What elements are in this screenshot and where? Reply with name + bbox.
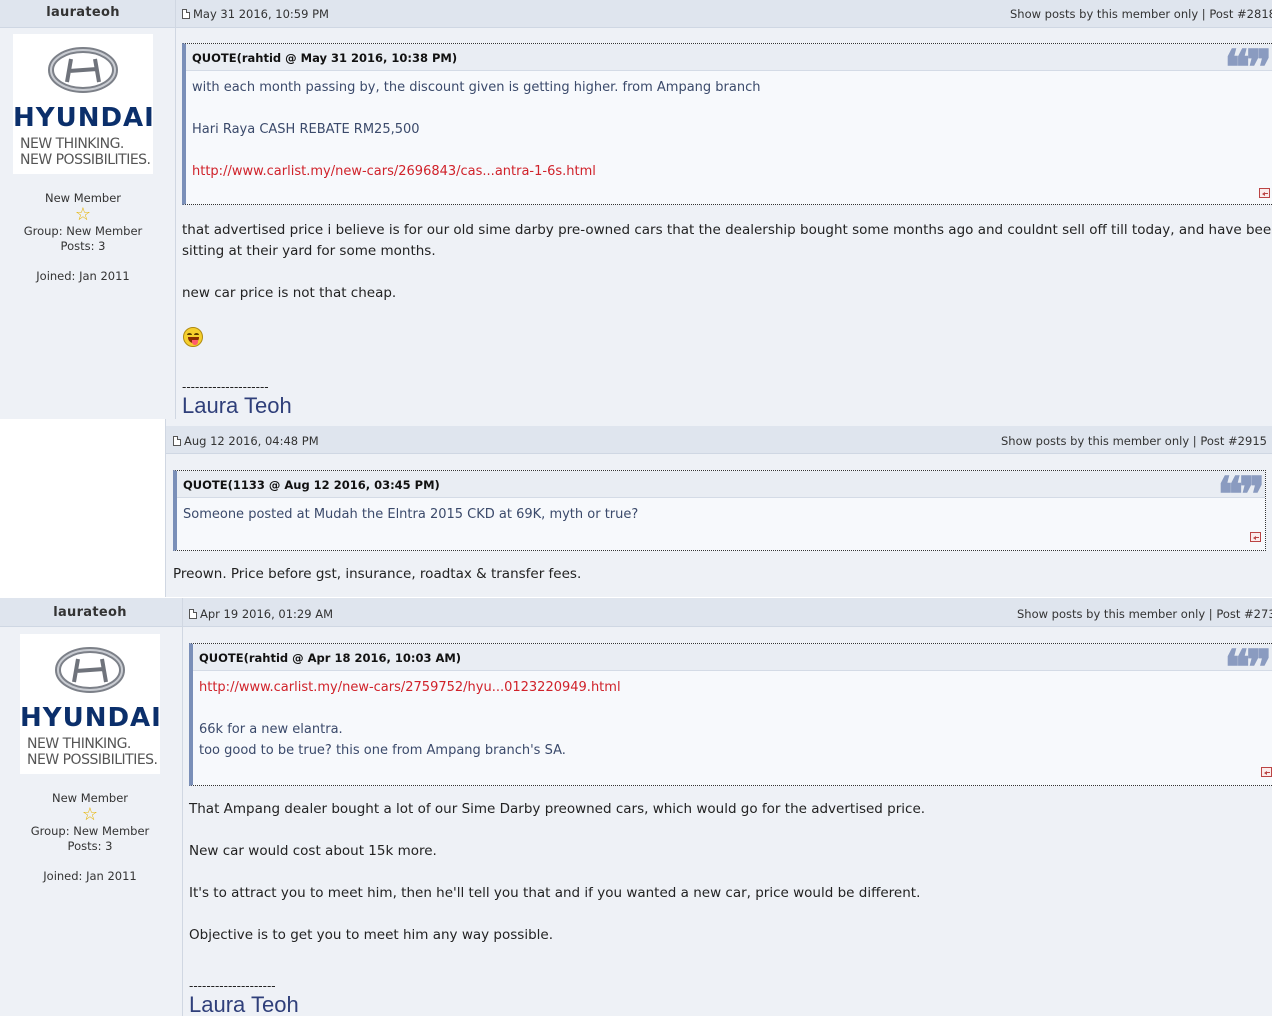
quote-marks-icon: ❝❞: [1217, 467, 1265, 523]
post-date: May 31 2016, 10:59 PM: [182, 7, 329, 21]
avatar: HYUNDAI NEW THINKING. NEW POSSIBILITIES.: [13, 34, 155, 174]
post-number-link[interactable]: Post #273: [1216, 607, 1272, 621]
quote-header: QUOTE(1133 @ Aug 12 2016, 03:45 PM): [177, 471, 1265, 498]
quote-marks-icon: ❝❞: [1224, 40, 1272, 96]
post-meta-right: Show posts by this member only | Post #2…: [1010, 7, 1272, 21]
avatar-tagline-1: NEW THINKING.: [20, 136, 124, 152]
member-group: Group: New Member: [23, 224, 143, 238]
signature-name: Laura Teoh: [189, 992, 299, 1017]
tongue-smiley-icon: [183, 327, 203, 347]
post-date-text: May 31 2016, 10:59 PM: [193, 7, 329, 21]
avatar-tagline-2: NEW POSSIBILITIES.: [20, 152, 151, 168]
star-icon: ☆: [74, 204, 92, 225]
avatar: HYUNDAI NEW THINKING. NEW POSSIBILITIES.: [20, 634, 162, 774]
quote-line: with each month passing by, the discount…: [192, 80, 761, 95]
post-line: New car would cost about 15k more.: [189, 843, 437, 859]
post-line: That Ampang dealer bought a lot of our S…: [189, 801, 926, 817]
sidebar-divider: [175, 0, 176, 419]
post-line: that advertised price i believe is for o…: [182, 222, 1272, 238]
post-meta-right: Show posts by this member only | Post #2…: [1001, 434, 1267, 448]
quote-header: QUOTE(rahtid @ May 31 2016, 10:38 PM): [186, 44, 1272, 71]
quote-block: QUOTE(1133 @ Aug 12 2016, 03:45 PM) ❝❞ S…: [173, 470, 1266, 551]
meta-separator: |: [1208, 607, 1213, 621]
username[interactable]: laurateoh: [0, 5, 166, 20]
post-line: It's to attract you to meet him, then he…: [189, 885, 921, 901]
avatar-brand: HYUNDAI: [13, 103, 155, 133]
document-icon: [182, 9, 190, 19]
member-joined: Joined: Jan 2011: [43, 869, 137, 883]
post-date-text: Aug 12 2016, 04:48 PM: [184, 434, 319, 448]
quote-body: with each month passing by, the discount…: [186, 71, 1272, 182]
username[interactable]: laurateoh: [0, 605, 180, 620]
avatar-tagline-1: NEW THINKING.: [27, 736, 131, 752]
document-icon: [173, 436, 181, 446]
signature-name: Laura Teoh: [182, 393, 292, 418]
post-line: sitting at their yard for some months.: [182, 243, 436, 259]
post-meta-right: Show posts by this member only | Post #2…: [1017, 607, 1272, 621]
member-posts: Posts: 3: [67, 839, 113, 853]
post-date: Aug 12 2016, 04:48 PM: [173, 434, 319, 448]
sidebar-divider: [165, 419, 166, 597]
quote-line: 66k for a new elantra.: [199, 722, 343, 737]
sidebar-divider: [182, 598, 183, 1016]
quote-body: http://www.carlist.my/new-cars/2759752/h…: [193, 671, 1272, 761]
post-line: Preown. Price before gst, insurance, roa…: [173, 566, 582, 582]
quote-marks-icon: ❝❞: [1224, 640, 1272, 696]
star-icon: ☆: [81, 804, 99, 825]
meta-separator: |: [1201, 7, 1206, 21]
quote-line: Someone posted at Mudah the Elntra 2015 …: [183, 507, 639, 522]
member-group: Group: New Member: [30, 824, 150, 838]
signature-separator: --------------------: [189, 979, 276, 993]
post-date-text: Apr 19 2016, 01:29 AM: [200, 607, 334, 621]
quote-line: Hari Raya CASH REBATE RM25,500: [192, 122, 420, 137]
show-posts-link[interactable]: Show posts by this member only: [1017, 607, 1205, 621]
quote-line: too good to be true? this one from Ampan…: [199, 743, 566, 758]
member-posts: Posts: 3: [60, 239, 106, 253]
post2-sidebar: [0, 419, 165, 597]
avatar-tagline-2: NEW POSSIBILITIES.: [27, 752, 158, 768]
post-line: Objective is to get you to meet him any …: [189, 927, 553, 943]
meta-separator: |: [1192, 434, 1197, 448]
quote-block: QUOTE(rahtid @ May 31 2016, 10:38 PM) ❝❞…: [182, 43, 1272, 205]
post-body: Preown. Price before gst, insurance, roa…: [173, 564, 581, 585]
post-number-link[interactable]: Post #2818: [1209, 7, 1272, 21]
quote-link[interactable]: http://www.carlist.my/new-cars/2696843/c…: [192, 161, 1272, 182]
member-info: New Member ☆ Group: New Member Posts: 3 …: [0, 791, 180, 884]
back-to-top-icon[interactable]: [1250, 532, 1261, 542]
quote-body: Someone posted at Mudah the Elntra 2015 …: [177, 498, 1265, 525]
quote-header: QUOTE(rahtid @ Apr 18 2016, 10:03 AM): [193, 644, 1272, 671]
quote-link[interactable]: http://www.carlist.my/new-cars/2759752/h…: [199, 677, 1272, 698]
member-joined: Joined: Jan 2011: [36, 269, 130, 283]
quote-block: QUOTE(rahtid @ Apr 18 2016, 10:03 AM) ❝❞…: [189, 643, 1272, 786]
post-date: Apr 19 2016, 01:29 AM: [189, 607, 333, 621]
signature-separator: --------------------: [182, 380, 269, 394]
post-number-link[interactable]: Post #2915: [1200, 434, 1267, 448]
post-line: new car price is not that cheap.: [182, 285, 397, 301]
show-posts-link[interactable]: Show posts by this member only: [1001, 434, 1189, 448]
post-body: That Ampang dealer bought a lot of our S…: [189, 799, 1269, 946]
member-info: New Member ☆ Group: New Member Posts: 3 …: [0, 191, 166, 284]
back-to-top-icon[interactable]: [1259, 188, 1270, 198]
post-body: that advertised price i believe is for o…: [182, 220, 1272, 304]
document-icon: [189, 609, 197, 619]
back-to-top-icon[interactable]: [1261, 767, 1272, 777]
show-posts-link[interactable]: Show posts by this member only: [1010, 7, 1198, 21]
avatar-brand: HYUNDAI: [20, 703, 162, 733]
